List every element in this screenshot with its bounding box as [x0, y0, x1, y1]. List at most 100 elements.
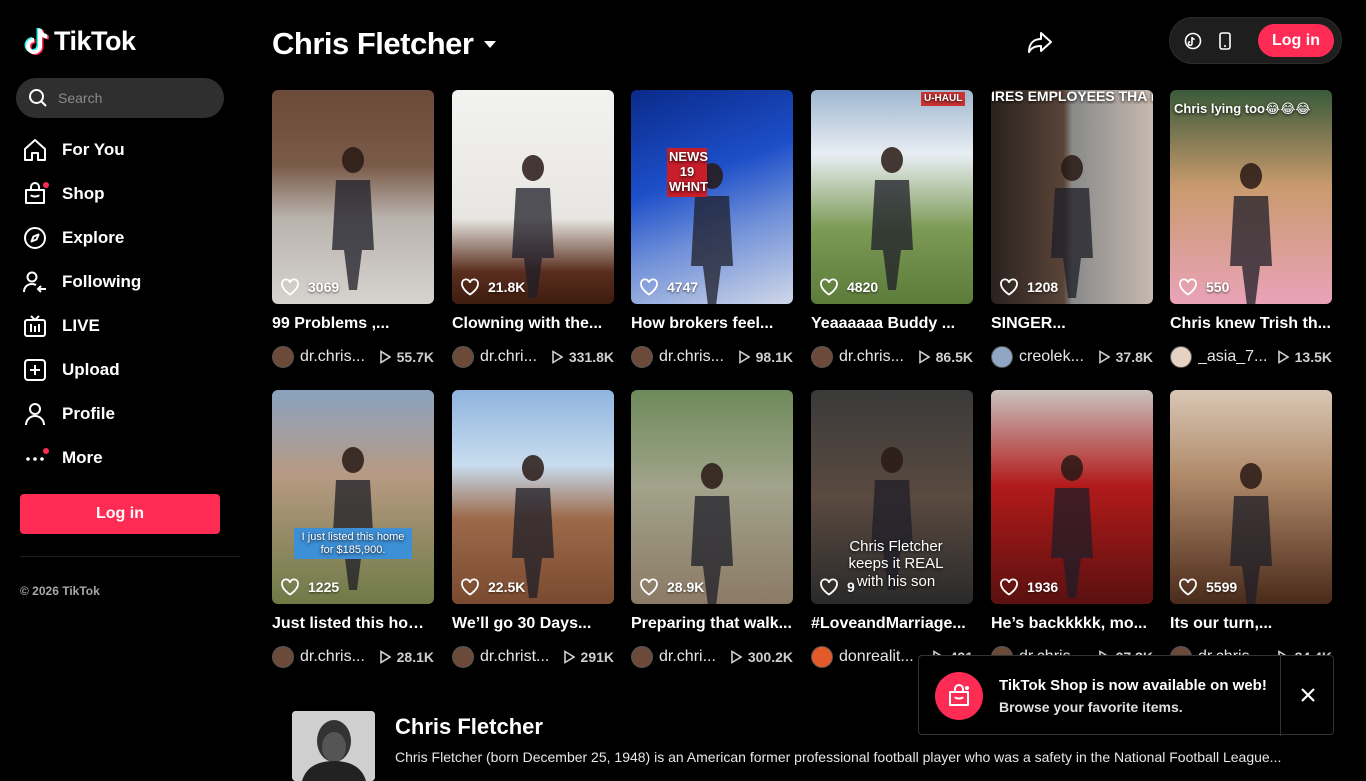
bio-text: Chris Fletcher (born December 25, 1948) … [395, 749, 1282, 765]
shop-notification-dot [43, 182, 49, 188]
avatar[interactable] [811, 346, 833, 368]
mobile-app-icon[interactable] [1217, 32, 1233, 50]
nav-profile[interactable]: Profile [20, 392, 230, 436]
avatar[interactable] [272, 646, 294, 668]
nav-explore[interactable]: Explore [20, 216, 230, 260]
avatar[interactable] [631, 346, 653, 368]
person-silhouette [691, 163, 733, 304]
video-caption[interactable]: He’s backkkkk, mo... [991, 615, 1153, 635]
username[interactable]: dr.chris... [839, 348, 915, 366]
username[interactable]: dr.chris... [659, 348, 735, 366]
video-thumbnail[interactable]: Chris Fletcher keeps it REAL with his so… [811, 390, 973, 604]
video-caption[interactable]: Just listed this hom... [272, 615, 434, 635]
video-card[interactable]: 3069 99 Problems ,... dr.chris... 55.7K [272, 90, 434, 369]
play-icon [563, 650, 575, 664]
tiktok-coin-icon[interactable] [1184, 32, 1202, 50]
more-notification-dot [43, 448, 49, 454]
video-thumbnail[interactable]: 28.9K [631, 390, 793, 604]
person-silhouette [1230, 463, 1272, 604]
video-caption[interactable]: How brokers feel... [631, 315, 793, 335]
chevron-down-icon[interactable] [483, 39, 497, 49]
view-count-value: 331.8K [568, 349, 614, 365]
nav-upload[interactable]: Upload [20, 348, 230, 392]
heart-icon [281, 578, 299, 596]
video-caption[interactable]: 99 Problems ,... [272, 315, 434, 335]
header-login-button[interactable]: Log in [1258, 24, 1334, 57]
username[interactable]: dr.chri... [480, 348, 551, 366]
username[interactable]: creolek... [1019, 348, 1095, 366]
like-count-value: 21.8K [488, 279, 526, 295]
video-card[interactable]: 28.9K Preparing that walk... dr.chri... … [631, 390, 793, 669]
view-count-value: 300.2K [747, 649, 793, 665]
username[interactable]: dr.chris... [300, 648, 376, 666]
username[interactable]: _asia_7... [1198, 348, 1274, 366]
video-thumbnail[interactable]: NEWS 19 WHNT 4747 [631, 90, 793, 304]
like-count: 1225 [280, 578, 339, 596]
video-card[interactable]: 1936 He’s backkkkk, mo... dr.chris... 27… [991, 390, 1153, 669]
video-thumbnail[interactable]: 3069 [272, 90, 434, 304]
avatar[interactable] [452, 346, 474, 368]
heart-icon [820, 278, 838, 296]
video-card[interactable]: 21.8K Clowning with the... dr.chri... 33… [452, 90, 614, 369]
thumbnail-overlay-text: IRES EMPLOYEES THA FUSE TO SLEEP WITH H [991, 90, 1153, 104]
video-card[interactable]: U-HAUL 4820 Yeaaaaaa Buddy ... dr.chris.… [811, 90, 973, 369]
nav-more[interactable]: More [20, 436, 230, 480]
avatar[interactable] [452, 646, 474, 668]
avatar[interactable] [631, 646, 653, 668]
video-caption[interactable]: #LoveandMarriage... [811, 615, 973, 635]
video-thumbnail[interactable]: 21.8K [452, 90, 614, 304]
shop-toast[interactable]: TikTok Shop is now available on web! Bro… [918, 655, 1334, 736]
search-input[interactable]: Search [16, 78, 224, 118]
nav-shop[interactable]: Shop [20, 172, 230, 216]
nav-following[interactable]: Following [20, 260, 230, 304]
video-caption[interactable]: SINGER... [991, 315, 1153, 335]
bio-name: Chris Fletcher [395, 714, 543, 739]
video-card[interactable]: I just listed this home for $185,900. 12… [272, 390, 434, 669]
video-card[interactable]: NEWS 19 WHNT 4747 How brokers feel... dr… [631, 90, 793, 369]
username[interactable]: dr.chri... [659, 648, 730, 666]
video-caption[interactable]: Yeaaaaaa Buddy ... [811, 315, 973, 335]
video-caption[interactable]: Clowning with the... [452, 315, 614, 335]
like-count-value: 550 [1206, 279, 1230, 295]
video-card[interactable]: 22.5K We’ll go 30 Days... dr.christ... 2… [452, 390, 614, 669]
person-silhouette [1051, 455, 1093, 598]
nav-label: Profile [62, 404, 115, 423]
close-icon[interactable] [1299, 686, 1317, 704]
avatar[interactable] [811, 646, 833, 668]
video-card[interactable]: Chris lying too😂😂😂 550 Chris knew Trish … [1170, 90, 1332, 369]
video-thumbnail[interactable]: I just listed this home for $185,900. 12… [272, 390, 434, 604]
tiktok-logo[interactable]: TikTok [24, 26, 136, 57]
video-thumbnail[interactable]: Chris lying too😂😂😂 550 [1170, 90, 1332, 304]
like-count: 1936 [999, 578, 1058, 596]
nav-label: Shop [62, 184, 105, 203]
share-icon[interactable] [1026, 29, 1054, 55]
avatar[interactable] [1170, 346, 1192, 368]
video-card[interactable]: Chris Fletcher keeps it REAL with his so… [811, 390, 973, 669]
video-caption[interactable]: Chris knew Trish th... [1170, 315, 1332, 335]
view-count: 55.7K [379, 349, 434, 365]
video-caption[interactable]: Its our turn,... [1170, 615, 1332, 635]
video-meta: dr.chris... 55.7K [272, 345, 434, 369]
like-count-value: 5599 [1206, 579, 1238, 595]
video-caption[interactable]: Preparing that walk... [631, 615, 793, 635]
play-icon [552, 350, 563, 364]
avatar[interactable] [272, 346, 294, 368]
avatar[interactable] [991, 346, 1013, 368]
view-count: 331.8K [551, 349, 614, 365]
nav-for-you[interactable]: For You [20, 128, 230, 172]
video-thumbnail[interactable]: U-HAUL 4820 [811, 90, 973, 304]
username[interactable]: dr.chris... [300, 348, 376, 366]
video-thumbnail[interactable]: 5599 [1170, 390, 1332, 604]
nav-live[interactable]: LIVE [20, 304, 230, 348]
view-count: 86.5K [918, 349, 973, 365]
video-thumbnail[interactable]: IRES EMPLOYEES THA FUSE TO SLEEP WITH H … [991, 90, 1153, 304]
video-card[interactable]: IRES EMPLOYEES THA FUSE TO SLEEP WITH H … [991, 90, 1153, 369]
video-card[interactable]: 5599 Its our turn,... dr.chris... 84.4K [1170, 390, 1332, 669]
sidebar-login-button[interactable]: Log in [20, 494, 220, 534]
video-thumbnail[interactable]: 1936 [991, 390, 1153, 604]
video-caption[interactable]: We’ll go 30 Days... [452, 615, 614, 635]
copyright: © 2026 TikTok [20, 584, 100, 598]
username[interactable]: dr.christ... [480, 648, 556, 666]
video-thumbnail[interactable]: 22.5K [452, 390, 614, 604]
username[interactable]: donrealit... [839, 648, 915, 666]
